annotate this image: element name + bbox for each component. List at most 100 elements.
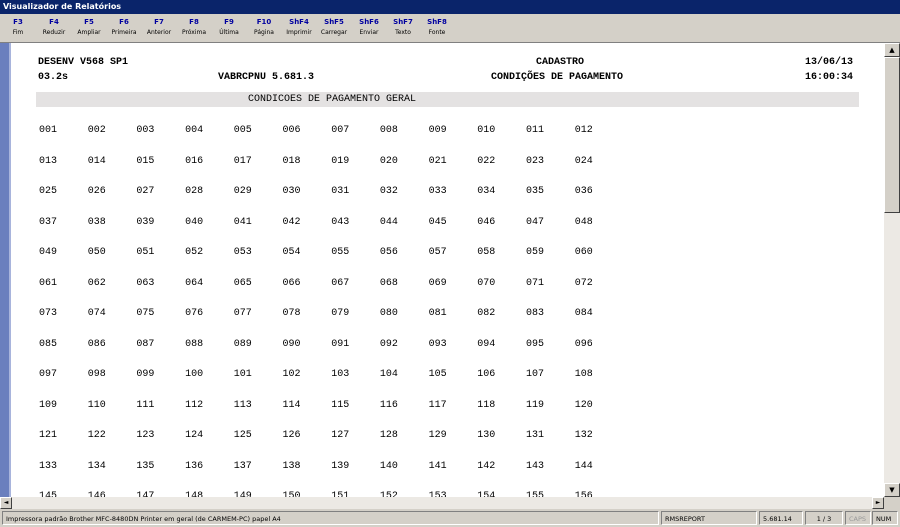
payment-code-cell: 012: [574, 125, 593, 136]
scroll-up-icon[interactable]: ▲: [884, 43, 900, 57]
payment-code-cell: 024: [574, 155, 593, 167]
toolbar-button-key: F10: [256, 18, 272, 26]
toolbar-button-proxima[interactable]: F8 Próxima: [177, 17, 211, 38]
payment-code-cell: 003: [136, 125, 155, 136]
payment-code-cell: 115: [331, 399, 350, 411]
toolbar-button-pagina[interactable]: F10 Página: [247, 17, 281, 38]
payment-code-cell: 017: [233, 155, 252, 167]
payment-code-cell: 114: [282, 399, 301, 411]
toolbar-button-texto[interactable]: ShF7 Texto: [386, 17, 420, 38]
vertical-scroll-thumb[interactable]: [884, 57, 900, 213]
payment-code-cell: 084: [574, 308, 593, 319]
payment-code-cell: 069: [428, 277, 447, 289]
toolbar-button-label: Fim: [12, 29, 24, 36]
toolbar-button-ampliar[interactable]: F5 Ampliar: [72, 17, 106, 38]
payment-code-cell: 034: [477, 186, 496, 197]
payment-code-cell: 004: [185, 125, 204, 136]
payment-code-cell: 050: [87, 247, 106, 258]
toolbar-button-key: ShF8: [427, 18, 447, 26]
horizontal-scrollbar[interactable]: ◄ ►: [0, 497, 884, 509]
report-band-title: CONDICOES DE PAGAMENTO GERAL: [248, 94, 417, 105]
payment-code-cell: 057: [428, 247, 447, 258]
payment-code-cell: 063: [136, 277, 155, 289]
toolbar-button-reduzir[interactable]: F4 Reduzir: [37, 17, 71, 38]
payment-code-cell: 131: [526, 430, 545, 441]
vertical-scrollbar[interactable]: ▲ ▼: [884, 43, 900, 497]
window-title: Visualizador de Relatórios: [0, 0, 900, 14]
payment-code-cell: 013: [39, 155, 58, 167]
payment-code-cell: 028: [185, 186, 204, 197]
toolbar-button-key: F9: [224, 18, 234, 26]
toolbar-button-fonte[interactable]: ShF8 Fonte: [420, 17, 454, 38]
payment-code-cell: 062: [87, 277, 106, 289]
payment-code-cell: 022: [477, 155, 496, 167]
payment-code-cell: 122: [87, 430, 106, 441]
payment-code-cell: 075: [136, 308, 155, 319]
toolbar-button-primeira[interactable]: F6 Primeira: [107, 17, 141, 38]
status-app: RMSREPORT: [661, 511, 757, 525]
status-printer: Impressora padrão Brother MFC-8480DN Pri…: [2, 511, 659, 525]
payment-code-cell: 102: [282, 369, 301, 380]
payment-code-cell: 032: [379, 186, 398, 197]
toolbar-button-anterior[interactable]: F7 Anterior: [142, 17, 176, 38]
payment-code-cell: 107: [526, 369, 545, 380]
payment-code-cell: 064: [185, 277, 204, 289]
payment-code-cell: 124: [185, 430, 204, 441]
scroll-left-icon[interactable]: ◄: [0, 497, 12, 509]
payment-code-cell: 100: [185, 369, 204, 380]
payment-code-cell: 016: [185, 155, 204, 167]
payment-code-cell: 091: [331, 338, 350, 350]
payment-code-cell: 068: [379, 277, 398, 289]
payment-code-cell: 037: [39, 216, 58, 228]
payment-code-cell: 029: [233, 186, 252, 197]
toolbar-button-key: F5: [84, 18, 94, 26]
payment-code-cell: 120: [574, 399, 593, 411]
payment-code-cell: 083: [526, 308, 545, 319]
payment-code-cell: 008: [379, 125, 398, 136]
payment-code-cell: 079: [331, 308, 350, 319]
payment-code-cell: 021: [428, 155, 447, 167]
payment-code-cell: 078: [282, 308, 301, 319]
payment-code-cell: 139: [331, 460, 350, 472]
toolbar-button-key: F6: [119, 18, 129, 26]
report-time: 16:00:34: [805, 72, 854, 83]
toolbar-button-label: Página: [254, 29, 274, 36]
payment-code-cell: 108: [574, 369, 593, 380]
payment-code-cell: 137: [233, 460, 252, 472]
payment-code-cell: 138: [282, 460, 301, 472]
toolbar-button-fim[interactable]: F3 Fim: [1, 17, 35, 38]
payment-code-cell: 025: [39, 186, 58, 197]
payment-code-cell: 136: [185, 460, 204, 472]
toolbar-button-key: F7: [154, 18, 164, 26]
payment-code-cell: 060: [574, 247, 593, 258]
payment-code-cell: 038: [87, 216, 106, 228]
payment-code-cell: 051: [136, 247, 155, 258]
status-version: 5.681.14: [759, 511, 803, 525]
payment-code-cell: 076: [185, 308, 204, 319]
toolbar-button-imprimir[interactable]: ShF4 Imprimir: [282, 17, 316, 38]
payment-code-cell: 052: [185, 247, 204, 258]
scrollbar-corner: [884, 497, 900, 509]
payment-code-cell: 121: [39, 430, 58, 441]
payment-code-cell: 001: [39, 125, 58, 136]
toolbar-button-carregar[interactable]: ShF5 Carregar: [317, 17, 351, 38]
payment-code-cell: 010: [477, 125, 496, 136]
payment-code-cell: 089: [233, 338, 252, 350]
toolbar-button-label: Anterior: [146, 29, 172, 36]
payment-code-cell: 112: [185, 399, 204, 411]
scroll-down-icon[interactable]: ▼: [884, 483, 900, 497]
payment-code-cell: 093: [428, 338, 447, 350]
scroll-right-icon[interactable]: ►: [872, 497, 884, 509]
left-margin-strip: [0, 43, 9, 497]
payment-code-cell: 110: [87, 399, 106, 411]
payment-code-cell: 104: [379, 369, 398, 380]
toolbar-button-key: ShF5: [324, 18, 344, 26]
payment-code-cell: 059: [526, 247, 545, 258]
payment-code-cell: 101: [233, 369, 252, 380]
toolbar-button-label: Carregar: [320, 29, 348, 36]
toolbar-button-key: ShF6: [359, 18, 379, 26]
toolbar-button-ultima[interactable]: F9 Última: [212, 17, 246, 38]
payment-code-cell: 056: [379, 247, 398, 258]
payment-code-cell: 070: [477, 277, 496, 289]
toolbar-button-enviar[interactable]: ShF6 Enviar: [352, 17, 386, 38]
